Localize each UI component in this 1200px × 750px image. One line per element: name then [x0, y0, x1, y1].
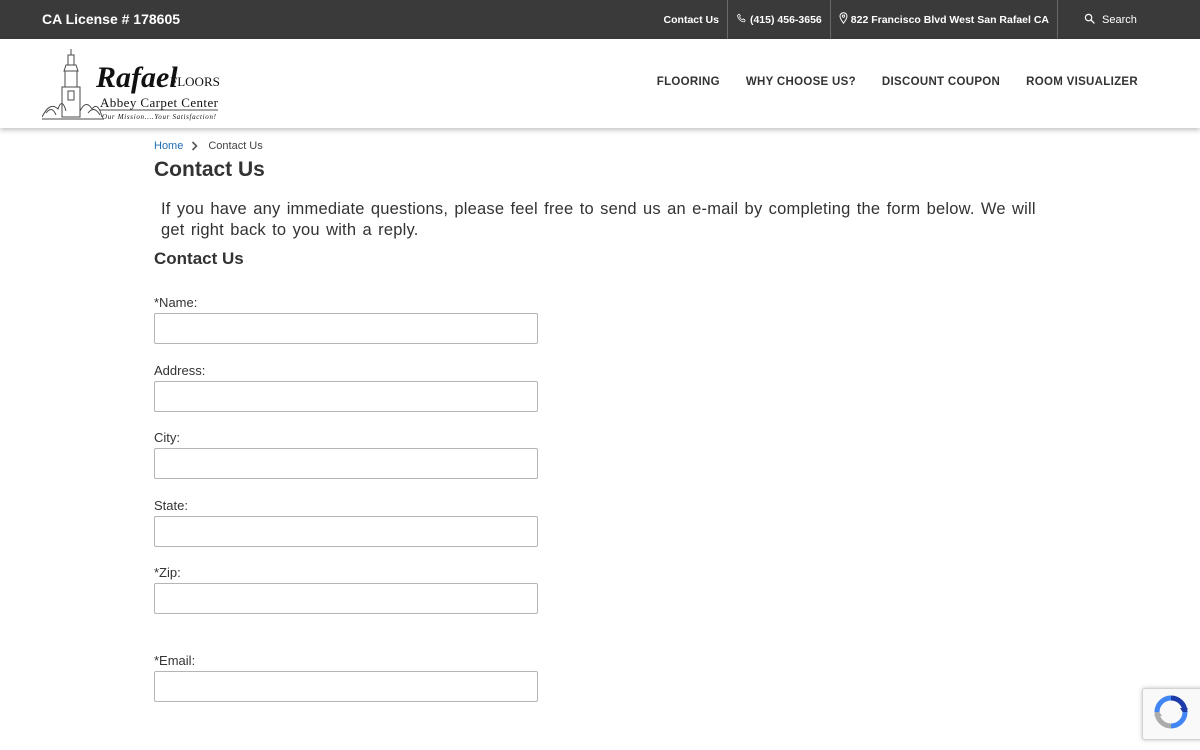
nav-why-choose-us[interactable]: WHY CHOOSE US? — [746, 76, 856, 88]
logo-subtitle: Abbey Carpet Center — [100, 95, 219, 110]
main-nav: FLOORING WHY CHOOSE US? DISCOUNT COUPON … — [631, 76, 1138, 88]
site-logo[interactable]: Rafael FLOORS Abbey Carpet Center Our Mi… — [42, 49, 222, 123]
zip-input[interactable] — [154, 583, 538, 614]
logo-floors: FLOORS — [170, 74, 220, 89]
logo-brand: Rafael — [95, 61, 178, 94]
recaptcha-icon — [1153, 694, 1189, 735]
email-label: *Email: — [154, 653, 196, 668]
name-input[interactable] — [154, 313, 538, 344]
address-label: Address: — [154, 363, 206, 378]
top-contact-link[interactable]: Contact Us — [656, 0, 727, 39]
breadcrumb: Home Contact Us — [154, 140, 263, 152]
address-input[interactable] — [154, 381, 538, 412]
search-button[interactable]: Search — [1058, 0, 1200, 39]
logo-tagline: Our Mission....Your Satisfaction! — [102, 113, 217, 121]
email-input[interactable] — [154, 671, 538, 702]
search-icon — [1084, 13, 1102, 27]
license-number: CA License # 178605 — [42, 11, 181, 27]
breadcrumb-current: Contact Us — [208, 140, 263, 152]
top-nav: Contact Us (415) 456-3656 822 Francisco … — [656, 0, 1200, 39]
phone-number: (415) 456-3656 — [749, 13, 822, 26]
store-address: 822 Francisco Blvd West San Rafael CA — [850, 13, 1049, 26]
address-link[interactable]: 822 Francisco Blvd West San Rafael CA — [831, 0, 1057, 39]
map-pin-icon — [839, 12, 851, 27]
form-section-title: Contact Us — [154, 249, 244, 268]
nav-room-visualizer[interactable]: ROOM VISUALIZER — [1026, 76, 1138, 88]
search-label: Search — [1102, 13, 1137, 26]
top-contact-label: Contact Us — [663, 13, 719, 26]
city-label: City: — [154, 430, 180, 445]
state-label: State: — [154, 498, 188, 513]
logo-tower-illustration — [42, 49, 104, 120]
chevron-right-icon — [191, 141, 198, 151]
name-label: *Name: — [154, 295, 198, 310]
nav-discount-coupon[interactable]: DISCOUNT COUPON — [882, 76, 1000, 88]
page-title: Contact Us — [154, 158, 265, 181]
intro-text: If you have any immediate questions, ple… — [161, 200, 1036, 239]
zip-label: *Zip: — [154, 565, 181, 580]
breadcrumb-home[interactable]: Home — [154, 140, 183, 152]
phone-icon — [736, 13, 750, 27]
phone-link[interactable]: (415) 456-3656 — [728, 0, 830, 39]
state-input[interactable] — [154, 516, 538, 547]
top-bar: CA License # 178605 Contact Us (415) 456… — [0, 0, 1200, 39]
site-header: Rafael FLOORS Abbey Carpet Center Our Mi… — [0, 39, 1200, 128]
recaptcha-badge[interactable] — [1142, 688, 1200, 740]
city-input[interactable] — [154, 448, 538, 479]
nav-flooring[interactable]: FLOORING — [657, 76, 720, 88]
